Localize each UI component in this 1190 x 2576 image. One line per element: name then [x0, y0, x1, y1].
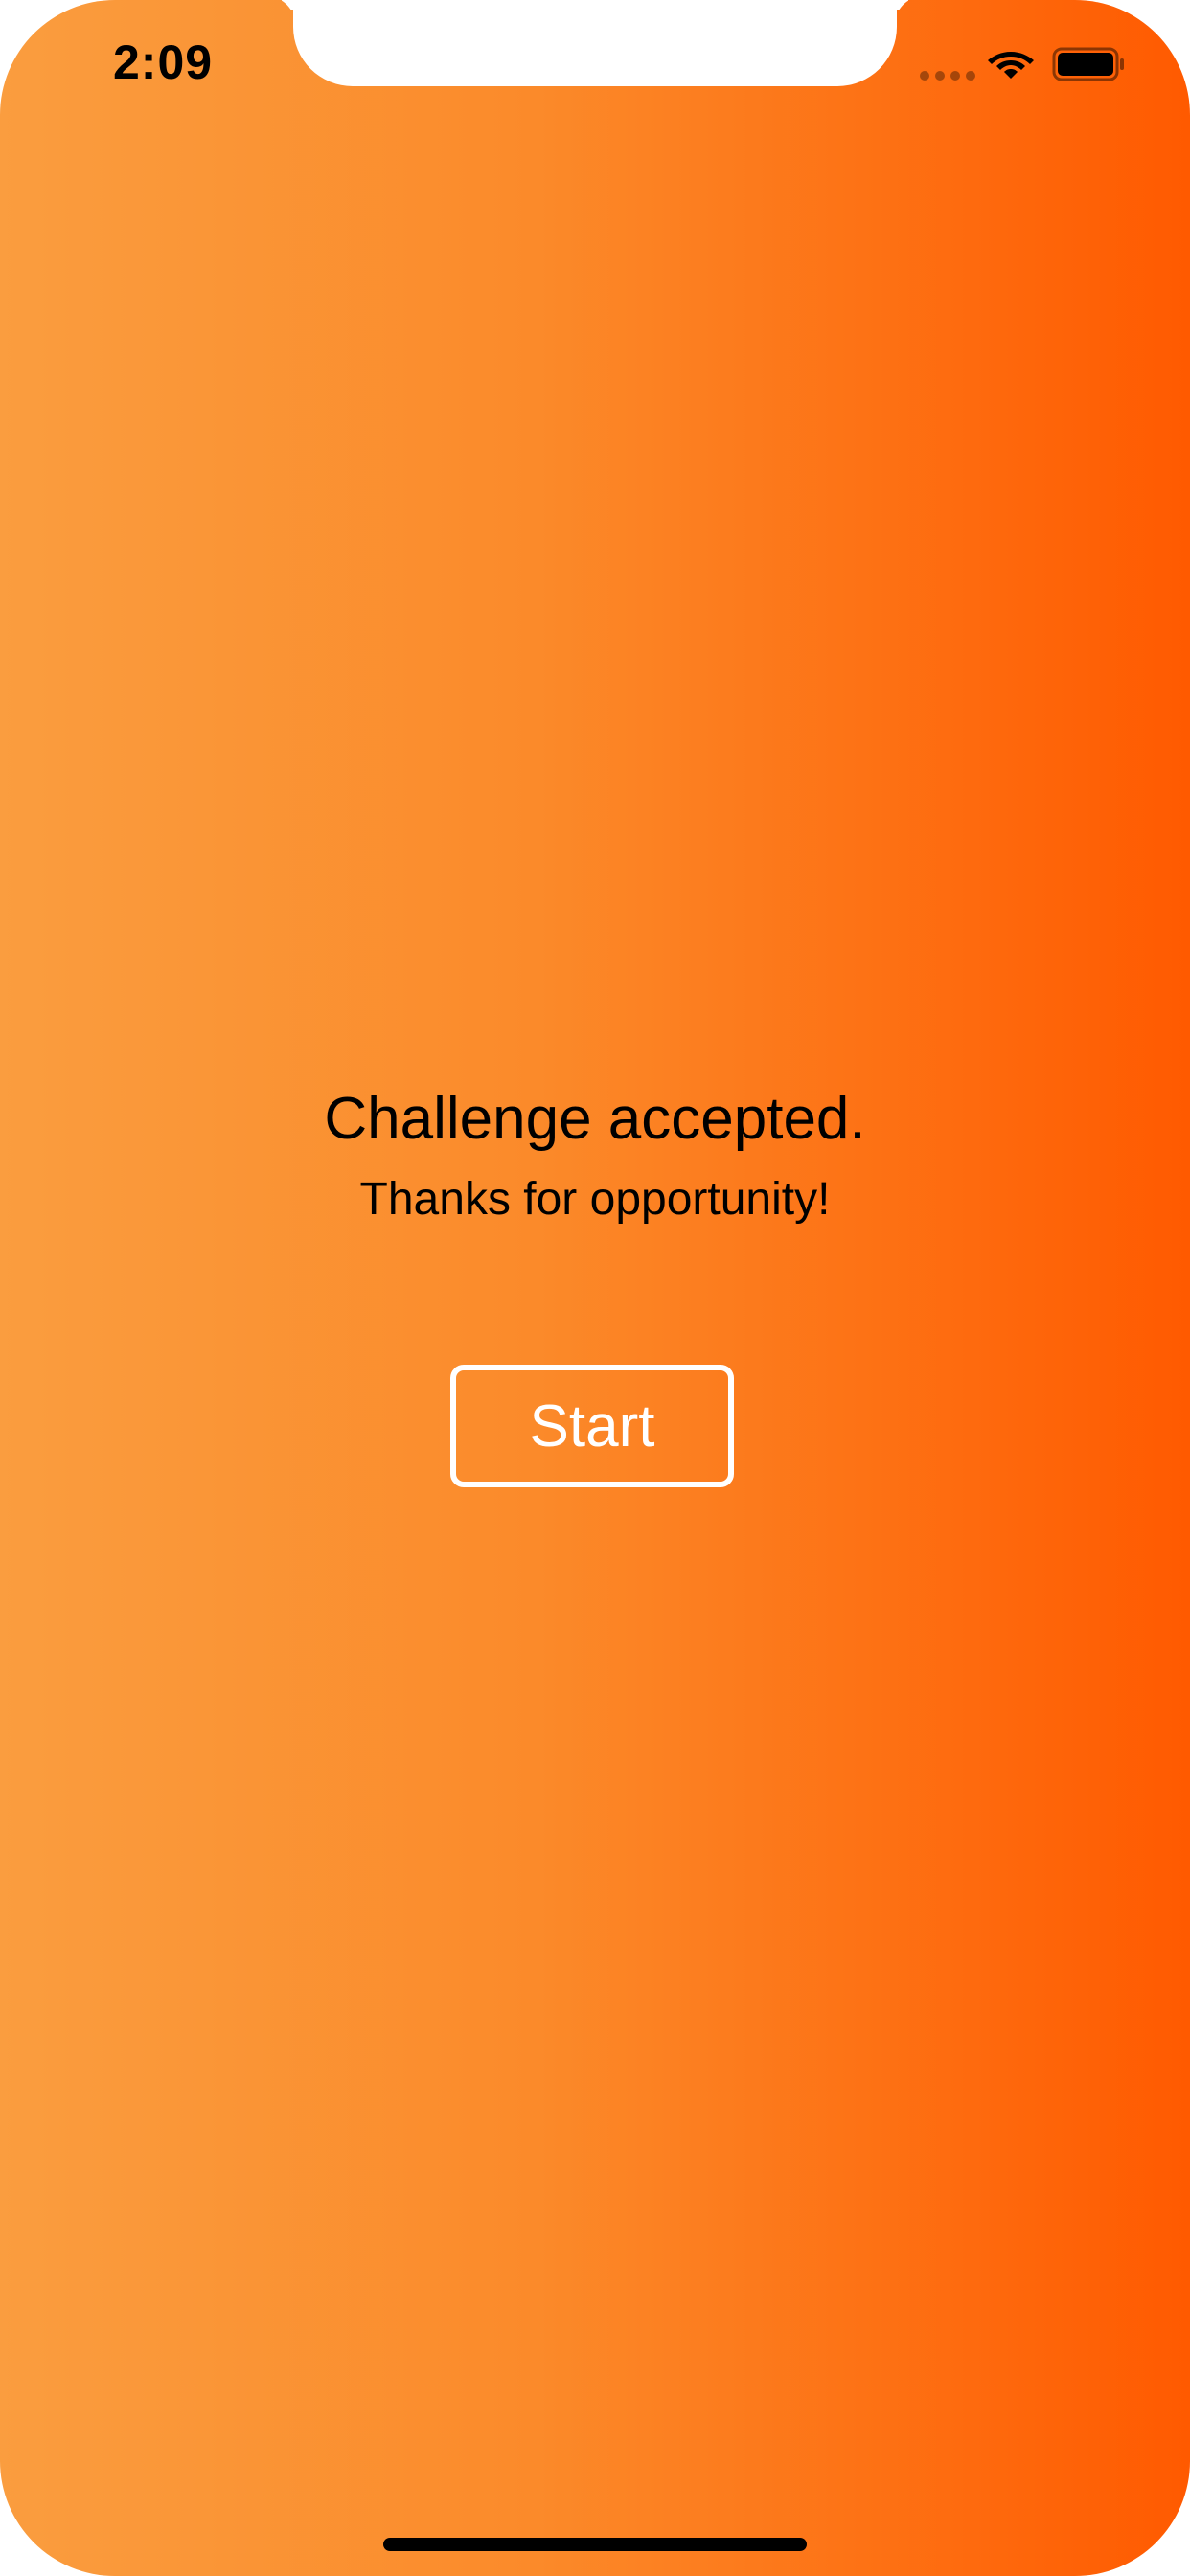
app-screen: 2:09 Challenge accepted. Thanks for oppo… [0, 0, 1190, 2576]
signal-dots-icon [920, 71, 975, 80]
welcome-message: Challenge accepted. Thanks for opportuni… [0, 1079, 1190, 1234]
home-indicator[interactable] [383, 2538, 807, 2551]
status-time: 2:09 [113, 35, 214, 89]
battery-icon [1052, 47, 1124, 81]
start-button[interactable]: Start [450, 1365, 734, 1487]
headline: Challenge accepted. [324, 1086, 866, 1152]
device-notch [293, 0, 897, 86]
wifi-icon [988, 52, 1034, 79]
subline: Thanks for opportunity! [359, 1174, 831, 1225]
